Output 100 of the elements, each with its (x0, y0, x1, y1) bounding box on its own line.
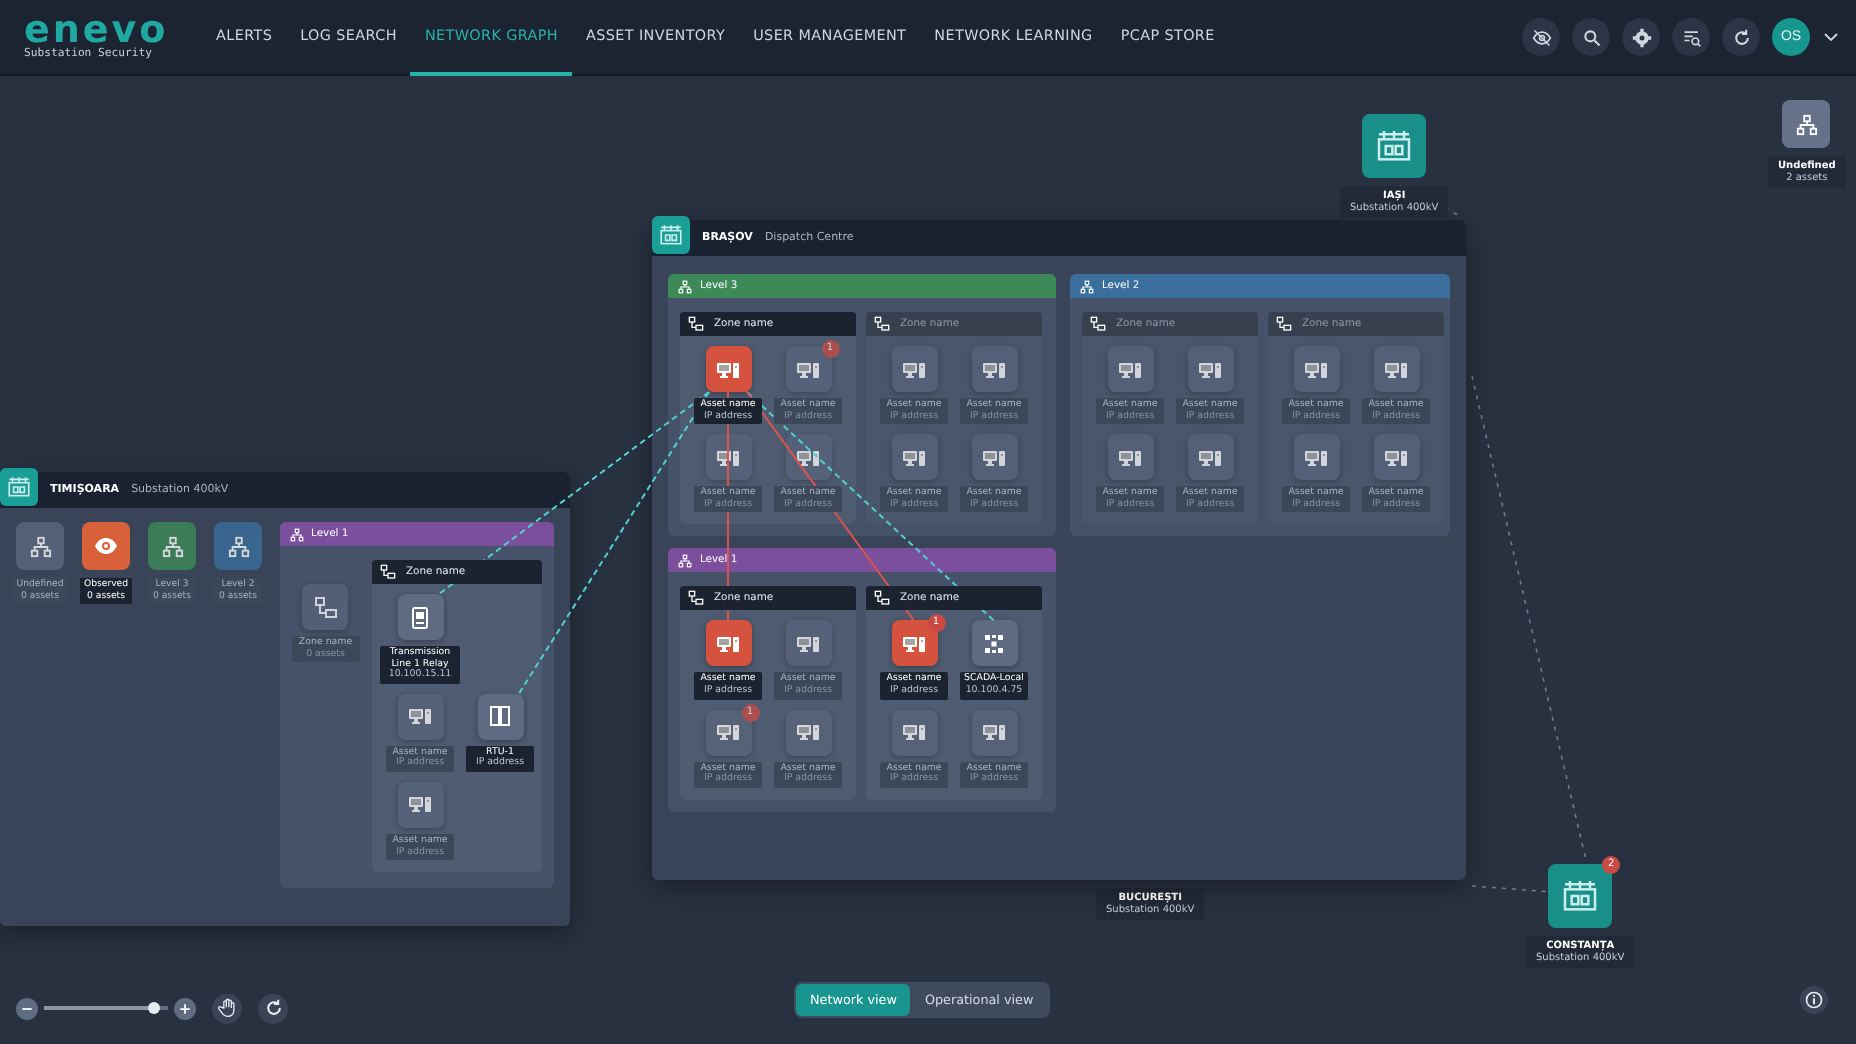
category-tile[interactable] (148, 522, 196, 570)
grid-icon (982, 631, 1006, 656)
substation-icon (1560, 876, 1601, 916)
site-badge[interactable] (652, 215, 690, 253)
computer-icon (1384, 357, 1408, 381)
asset-tile[interactable] (971, 346, 1017, 392)
asset-tile[interactable] (705, 434, 751, 481)
category-tile[interactable] (16, 522, 64, 570)
computer-icon (902, 357, 926, 381)
zone-icon (688, 316, 704, 332)
hierarchy-icon (1795, 113, 1818, 135)
computer-icon (1118, 357, 1142, 381)
substation-icon (658, 221, 684, 247)
asset-tile[interactable] (397, 693, 443, 740)
computer-icon (716, 631, 740, 656)
settings-icon (1631, 27, 1651, 47)
undefined-group-tile[interactable] (1782, 100, 1831, 148)
eye-icon (94, 534, 118, 558)
computer-icon (902, 445, 926, 470)
reset-view-button[interactable] (258, 993, 288, 1023)
computer-icon (902, 631, 926, 656)
substation-icon (6, 473, 32, 499)
computer-icon (408, 704, 432, 729)
asset-tile[interactable] (1187, 346, 1233, 392)
refresh-button[interactable] (1722, 18, 1760, 56)
hierarchy-icon (227, 535, 249, 557)
asset-tile[interactable] (1293, 434, 1339, 481)
computer-icon (796, 720, 820, 745)
asset-tile[interactable] (891, 434, 937, 481)
asset-tile[interactable] (1107, 434, 1153, 481)
list-search-button[interactable] (1672, 18, 1710, 56)
asset-tile[interactable] (1373, 346, 1419, 392)
computer-icon (408, 792, 432, 817)
computer-icon (1118, 445, 1142, 470)
substation-icon (1374, 126, 1415, 166)
pan-button[interactable] (212, 993, 242, 1023)
computer-icon (982, 357, 1006, 381)
computer-icon (1384, 445, 1408, 470)
logo[interactable]: enevo (24, 12, 202, 48)
asset-tile[interactable] (891, 346, 937, 392)
hierarchy-icon (678, 553, 692, 568)
zoom-out-button[interactable] (16, 997, 38, 1019)
asset-tile[interactable] (705, 620, 751, 667)
computer-icon (716, 445, 740, 470)
zone-icon (380, 564, 396, 580)
substation-marker[interactable] (1362, 114, 1427, 178)
zone-icon (313, 595, 338, 619)
hierarchy-icon (1080, 279, 1094, 293)
zone-icon (1090, 316, 1106, 332)
zoom-slider-thumb[interactable] (147, 1002, 160, 1014)
hand-icon (217, 998, 237, 1018)
chevron-down-icon[interactable] (1822, 28, 1840, 46)
visibility-off-icon (1531, 27, 1551, 47)
zone-icon (1276, 316, 1292, 332)
refresh-icon (263, 998, 283, 1018)
hierarchy-icon (678, 279, 692, 293)
asset-tile[interactable] (891, 709, 937, 756)
search-button[interactable] (1572, 18, 1610, 56)
info-button[interactable] (1800, 986, 1828, 1014)
computer-icon (716, 720, 740, 745)
asset-tile[interactable] (397, 781, 443, 828)
hierarchy-icon (29, 535, 51, 557)
zone-icon (874, 316, 890, 332)
asset-tile[interactable] (785, 709, 831, 756)
settings-button[interactable] (1622, 18, 1660, 56)
hierarchy-icon (289, 527, 304, 541)
computer-icon (1198, 445, 1222, 470)
asset-tile[interactable] (397, 594, 443, 640)
asset-tile[interactable] (1373, 434, 1419, 481)
computer-icon (1304, 445, 1328, 470)
zone-tile[interactable] (302, 584, 349, 630)
asset-tile[interactable] (785, 620, 831, 667)
cabinet-icon (488, 704, 512, 729)
hierarchy-icon (161, 535, 183, 557)
computer-icon (796, 631, 820, 656)
computer-icon (982, 720, 1006, 745)
search-icon (1581, 27, 1601, 47)
computer-icon (716, 357, 740, 381)
asset-tile[interactable] (971, 434, 1017, 481)
computer-icon (982, 445, 1006, 470)
refresh-icon (1731, 27, 1751, 47)
info-icon (1804, 990, 1824, 1010)
computer-icon (1304, 357, 1328, 381)
computer-icon (796, 357, 820, 381)
visibility-off-button[interactable] (1522, 18, 1560, 56)
category-tile[interactable] (214, 522, 262, 570)
computer-icon (1198, 357, 1222, 381)
asset-tile[interactable] (477, 693, 523, 740)
asset-tile[interactable] (1187, 434, 1233, 481)
asset-tile[interactable] (971, 709, 1017, 756)
asset-tile[interactable] (1107, 346, 1153, 392)
asset-tile[interactable] (785, 434, 831, 481)
asset-tile[interactable] (705, 346, 751, 392)
category-tile[interactable] (82, 522, 130, 570)
computer-icon (902, 720, 926, 745)
site-badge[interactable] (0, 467, 38, 505)
zone-icon (688, 590, 704, 607)
zoom-in-button[interactable] (174, 997, 196, 1019)
asset-tile[interactable] (971, 620, 1017, 667)
asset-tile[interactable] (1293, 346, 1339, 392)
